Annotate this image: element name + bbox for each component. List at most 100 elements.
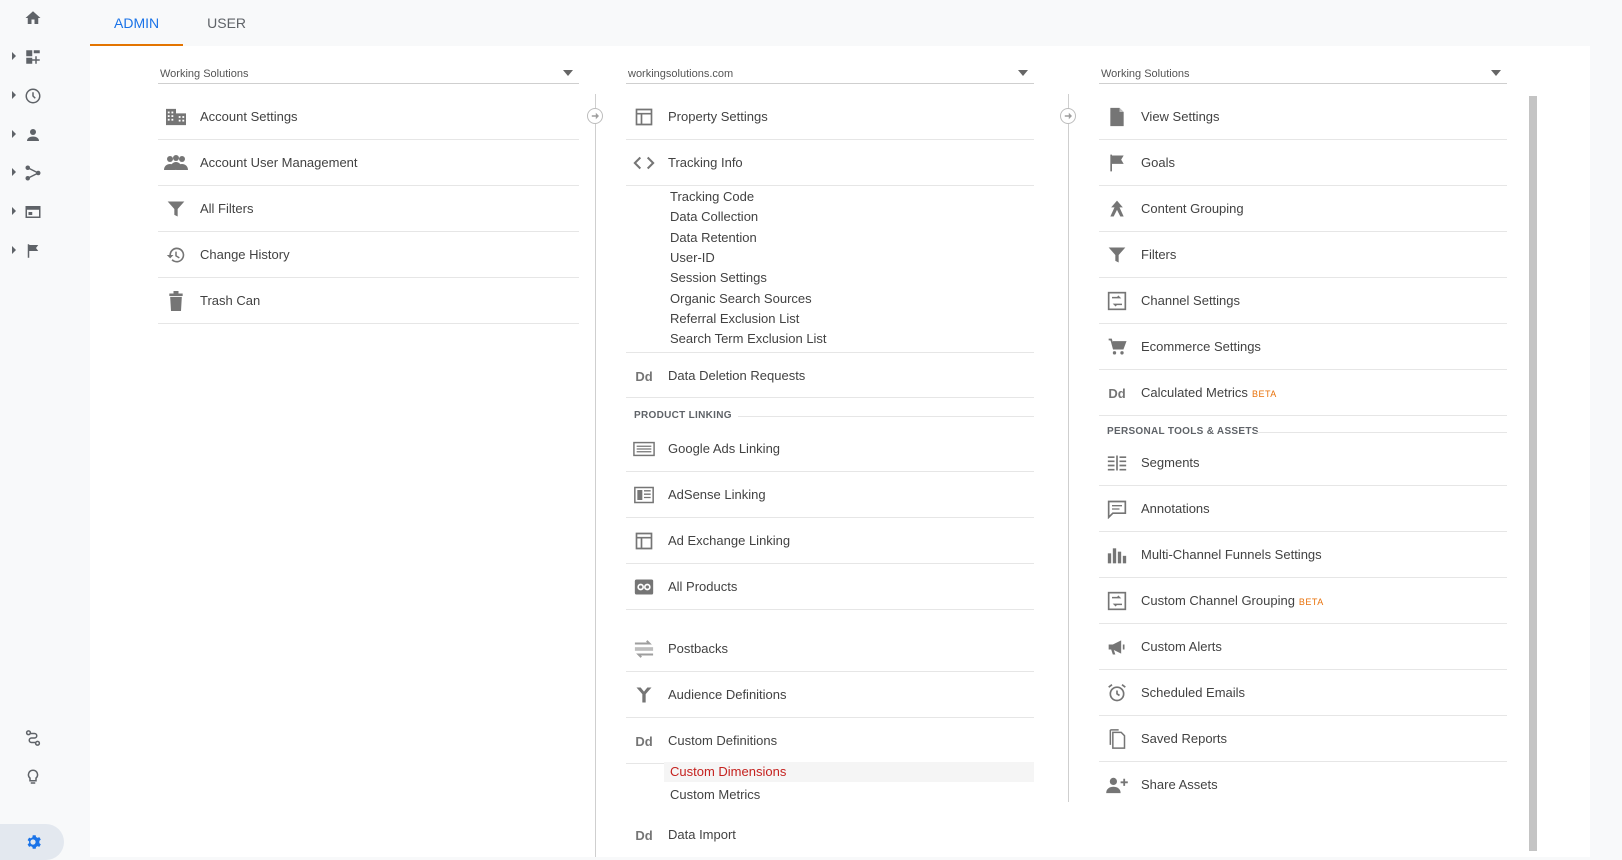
goals[interactable]: Goals: [1099, 140, 1507, 186]
nav-behavior[interactable]: [0, 194, 86, 230]
annotations-label: Annotations: [1141, 501, 1210, 516]
filter-icon: [164, 198, 188, 220]
content-grouping[interactable]: Content Grouping: [1099, 186, 1507, 232]
audience-definitions[interactable]: Audience Definitions: [626, 672, 1034, 718]
view-settings[interactable]: View Settings: [1099, 94, 1507, 140]
alarm-icon: [1105, 682, 1129, 704]
share-assets[interactable]: Share Assets: [1099, 762, 1507, 808]
trash-icon: [164, 290, 188, 312]
ad-exchange-linking[interactable]: Ad Exchange Linking: [626, 518, 1034, 564]
calculated-metrics[interactable]: Dd Calculated Metrics BETA: [1099, 370, 1507, 416]
custom-metrics-link[interactable]: Custom Metrics: [670, 787, 760, 802]
data-deletion-requests[interactable]: Dd Data Deletion Requests: [626, 352, 1034, 398]
custom-alerts[interactable]: Custom Alerts: [1099, 624, 1507, 670]
property-selector[interactable]: workingsolutions.com: [626, 58, 1034, 84]
annotation-icon: [1105, 498, 1129, 520]
multi-channel-funnels-settings-label: Multi-Channel Funnels Settings: [1141, 547, 1322, 562]
account-settings[interactable]: Account Settings: [158, 94, 579, 140]
data-retention-link[interactable]: Data Retention: [670, 230, 757, 245]
all-products[interactable]: All Products: [626, 564, 1034, 610]
nav-admin[interactable]: [0, 824, 64, 860]
saved-reports-icon: [1105, 728, 1129, 750]
caret-right-icon: [12, 246, 16, 254]
change-history-label: Change History: [200, 247, 290, 262]
channel-settings[interactable]: Channel Settings: [1099, 278, 1507, 324]
ecommerce-settings[interactable]: Ecommerce Settings: [1099, 324, 1507, 370]
property-settings[interactable]: Property Settings: [626, 94, 1034, 140]
scheduled-emails[interactable]: Scheduled Emails: [1099, 670, 1507, 716]
nav-acquisition[interactable]: [0, 155, 86, 191]
tab-user[interactable]: USER: [183, 0, 270, 46]
nav-realtime[interactable]: [0, 78, 86, 114]
nav-audience[interactable]: [0, 117, 86, 153]
section-personal-tools-label: PERSONAL TOOLS & ASSETS: [1107, 426, 1259, 437]
trash-can[interactable]: Trash Can: [158, 278, 579, 324]
segments-label: Segments: [1141, 455, 1200, 470]
nav-home[interactable]: [0, 0, 86, 36]
chevron-down-icon: [563, 70, 573, 76]
tracking-info-label: Tracking Info: [668, 155, 743, 170]
nav-discover[interactable]: [0, 759, 86, 795]
data-collection-link[interactable]: Data Collection: [670, 209, 758, 224]
custom-definitions-label: Custom Definitions: [668, 733, 778, 748]
custom-channel-grouping[interactable]: Custom Channel Grouping BETA: [1099, 578, 1507, 624]
referral-exclusion-list-link[interactable]: Referral Exclusion List: [670, 311, 799, 326]
tab-admin[interactable]: ADMIN: [90, 0, 184, 46]
saved-reports[interactable]: Saved Reports: [1099, 716, 1507, 762]
dd-icon: Dd: [635, 827, 653, 843]
dd-icon: Dd: [635, 368, 653, 384]
adsense-icon: [632, 484, 656, 506]
multi-channel-funnels-settings[interactable]: Multi-Channel Funnels Settings: [1099, 532, 1507, 578]
nav-conversions[interactable]: [0, 233, 86, 269]
lightbulb-icon: [27, 769, 39, 784]
bar-chart-icon: [1105, 544, 1129, 566]
search-term-exclusion-list-link[interactable]: Search Term Exclusion List: [670, 331, 827, 346]
caret-right-icon: [12, 52, 16, 60]
postbacks[interactable]: Postbacks: [626, 626, 1034, 672]
segments[interactable]: Segments: [1099, 440, 1507, 486]
caret-right-icon: [12, 91, 16, 99]
channel-icon: [1105, 290, 1129, 312]
caret-right-icon: [12, 130, 16, 138]
view-settings-label: View Settings: [1141, 109, 1220, 124]
google-ads-linking[interactable]: Google Ads Linking: [626, 426, 1034, 472]
account-user-management-label: Account User Management: [200, 155, 358, 170]
account-selector-value: Working Solutions: [160, 68, 249, 80]
nav-attribution[interactable]: [0, 720, 86, 756]
audience-definitions-label: Audience Definitions: [668, 687, 787, 702]
account-selector[interactable]: Working Solutions: [158, 58, 579, 84]
building-icon: [164, 106, 188, 128]
account-user-management[interactable]: Account User Management: [158, 140, 579, 186]
tracking-code-link[interactable]: Tracking Code: [670, 189, 754, 204]
ecommerce-settings-label: Ecommerce Settings: [1141, 339, 1261, 354]
flag-icon: [1105, 152, 1129, 174]
organic-search-sources-link[interactable]: Organic Search Sources: [670, 291, 812, 306]
scheduled-emails-label: Scheduled Emails: [1141, 685, 1246, 700]
content-grouping-icon: [1105, 198, 1129, 220]
data-import[interactable]: Dd Data Import: [626, 812, 1034, 857]
property-selector-value: workingsolutions.com: [628, 68, 734, 80]
adsense-linking[interactable]: AdSense Linking: [626, 472, 1034, 518]
scrollbar[interactable]: [1529, 96, 1537, 851]
tracking-info[interactable]: Tracking Info: [626, 140, 1034, 186]
layout-icon: [632, 106, 656, 128]
annotations[interactable]: Annotations: [1099, 486, 1507, 532]
custom-dimensions-link[interactable]: Custom Dimensions: [664, 762, 1034, 782]
channel-settings-label: Channel Settings: [1141, 293, 1241, 308]
all-filters-label: All Filters: [200, 201, 254, 216]
filters[interactable]: Filters: [1099, 232, 1507, 278]
nav-customization[interactable]: [0, 39, 86, 75]
calculated-metrics-label: Calculated Metrics BETA: [1141, 385, 1277, 400]
user-id-link[interactable]: User-ID: [670, 250, 715, 265]
postbacks-icon: [632, 638, 656, 660]
view-selector[interactable]: Working Solutions: [1099, 58, 1507, 84]
all-filters[interactable]: All Filters: [158, 186, 579, 232]
dd-icon: Dd: [1108, 385, 1126, 401]
goals-label: Goals: [1141, 155, 1175, 170]
caret-right-icon: [12, 207, 16, 215]
section-product-linking-label: PRODUCT LINKING: [634, 410, 732, 421]
custom-definitions[interactable]: Dd Custom Definitions: [626, 718, 1034, 764]
change-history[interactable]: Change History: [158, 232, 579, 278]
session-settings-link[interactable]: Session Settings: [670, 270, 767, 285]
section-divider: [1255, 432, 1507, 433]
